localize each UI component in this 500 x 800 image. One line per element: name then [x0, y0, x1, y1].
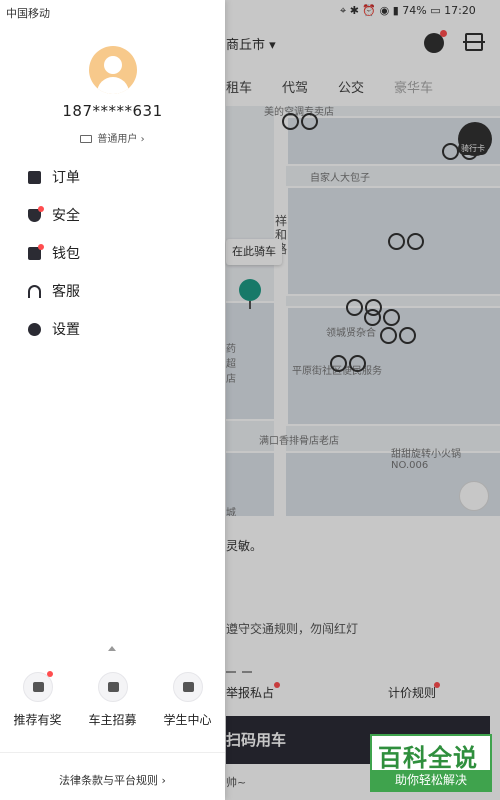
shield-icon — [28, 205, 44, 222]
watermark-logo: 百科全说 助你轻松解决 — [370, 734, 492, 792]
headset-icon — [28, 284, 41, 298]
chevron-right-icon: › — [161, 774, 166, 787]
legal-terms-link[interactable]: 法律条款与平台规则 › — [0, 772, 225, 788]
menu-item-label: 客服 — [52, 284, 80, 300]
gift-icon — [22, 671, 53, 702]
expand-up-icon[interactable] — [108, 646, 116, 651]
avatar[interactable] — [89, 46, 137, 94]
side-drawer: 中国移动 187*****631 普通用户 › 订单 安全 钱包 客服 设置 推… — [0, 0, 225, 800]
menu-item-label: 设置 — [52, 322, 80, 338]
shortcut-label: 推荐有奖 — [13, 713, 62, 727]
menu-item-support[interactable]: 客服 — [0, 272, 225, 310]
menu-item-label: 钱包 — [52, 246, 80, 262]
shortcut-label: 车主招募 — [88, 713, 137, 727]
gear-icon — [28, 322, 41, 336]
shortcut-row: 推荐有奖 车主招募 学生中心 — [0, 671, 225, 728]
notification-dot — [46, 671, 53, 677]
graduation-cap-icon — [172, 672, 203, 702]
user-type-link[interactable]: 普通用户 › — [0, 130, 225, 145]
wallet-icon — [28, 243, 44, 260]
avatar-body — [97, 77, 129, 94]
notification-dot — [38, 243, 44, 250]
menu-item-settings[interactable]: 设置 — [0, 310, 225, 348]
watermark-subtitle: 助你轻松解决 — [372, 770, 490, 790]
legal-terms-label: 法律条款与平台规则 — [59, 774, 159, 787]
chevron-right-icon: › — [140, 134, 145, 145]
drawer-menu: 订单 安全 钱包 客服 设置 — [0, 158, 225, 348]
menu-item-wallet[interactable]: 钱包 — [0, 234, 225, 272]
user-type-label: 普通用户 — [97, 134, 138, 145]
member-card-icon — [80, 135, 93, 143]
divider — [0, 752, 225, 753]
avatar-head — [104, 56, 122, 74]
shortcut-label: 学生中心 — [163, 713, 212, 727]
notification-dot — [38, 205, 44, 212]
carrier-name: 中国移动 — [6, 7, 50, 20]
menu-item-safety[interactable]: 安全 — [0, 196, 225, 234]
shortcut-referral[interactable]: 推荐有奖 — [3, 671, 73, 728]
menu-item-label: 订单 — [52, 170, 80, 186]
menu-item-label: 安全 — [52, 208, 80, 224]
shortcut-driver-recruit[interactable]: 车主招募 — [78, 672, 148, 728]
user-phone[interactable]: 187*****631 — [0, 102, 225, 120]
watermark-title: 百科全说 — [378, 744, 478, 772]
driver-icon — [97, 672, 128, 702]
shortcut-student-center[interactable]: 学生中心 — [153, 672, 223, 728]
menu-item-orders[interactable]: 订单 — [0, 158, 225, 196]
order-icon — [28, 170, 41, 184]
